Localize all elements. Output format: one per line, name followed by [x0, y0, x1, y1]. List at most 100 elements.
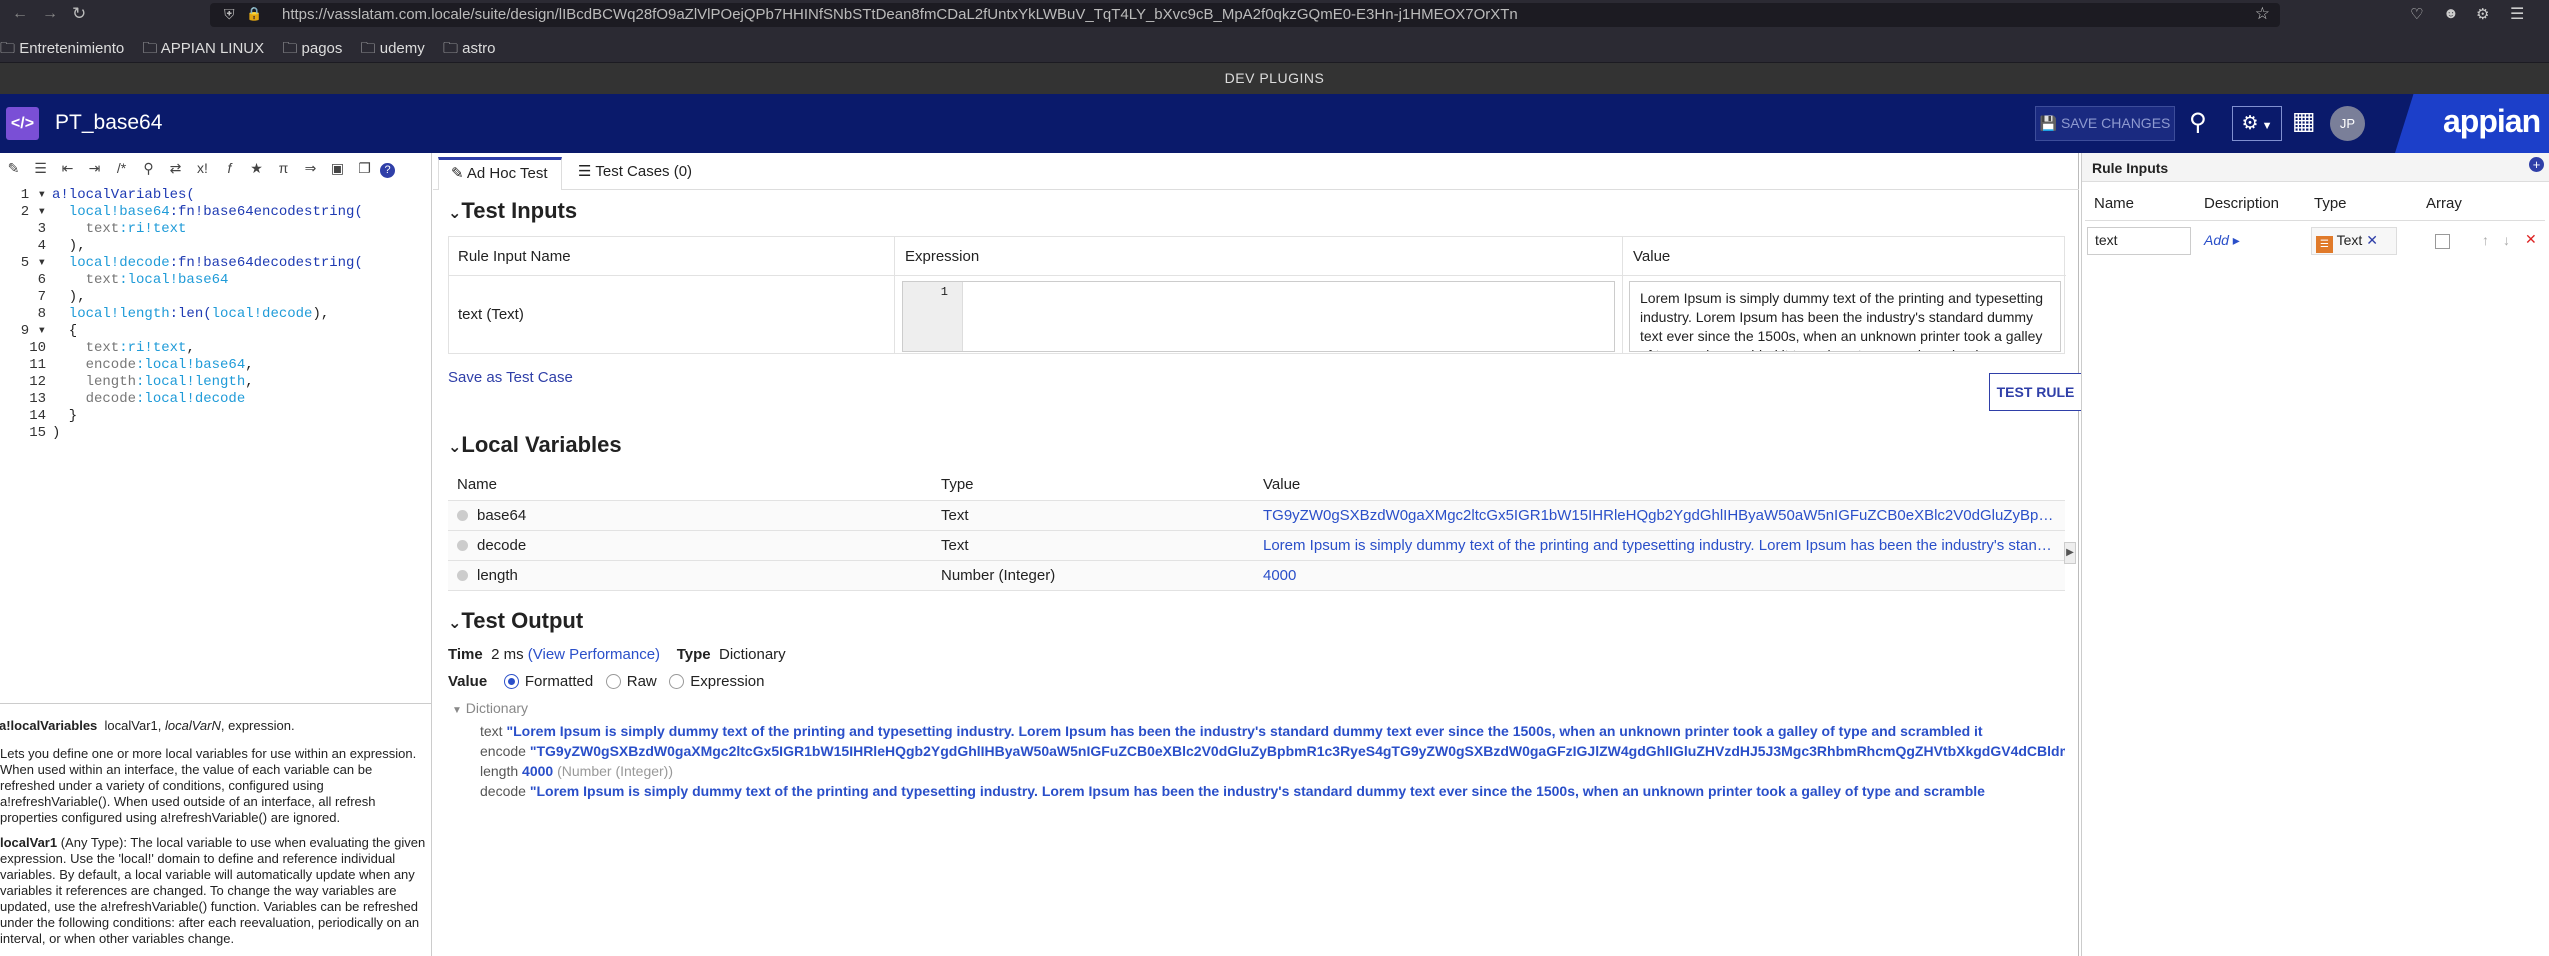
extensions-icon[interactable]: ⚙ — [2476, 5, 2489, 23]
code-token: local!decode — [52, 255, 170, 271]
code-token: ) — [52, 425, 61, 441]
apps-grid-icon[interactable]: ▦ — [2292, 106, 2316, 136]
radio-raw[interactable]: Raw — [605, 673, 657, 690]
code-token: :fn!base64decodestring( — [169, 255, 363, 271]
add-rule-input-icon[interactable]: + — [2529, 157, 2544, 172]
code-token: text — [52, 272, 120, 288]
code-line[interactable]: ), — [52, 289, 427, 306]
rule-input-name-field[interactable]: text — [2087, 227, 2191, 255]
save-changes-button[interactable]: 💾 SAVE CHANGES — [2035, 106, 2175, 141]
back-icon[interactable]: ← — [12, 5, 28, 23]
local-variables-header[interactable]: ⌄Local Variables — [448, 432, 2065, 458]
code-line[interactable]: length:local!length, — [52, 374, 427, 391]
table-row[interactable]: length Number (Integer) 4000 — [448, 560, 2065, 591]
code-token: , — [245, 357, 254, 373]
delete-input-icon[interactable]: ✕ — [2525, 231, 2537, 248]
code-line[interactable]: text:local!base64 — [52, 272, 427, 289]
account-icon[interactable]: ☻ — [2443, 5, 2459, 22]
insert-icon[interactable]: ⇒ — [297, 155, 324, 181]
table-header-row: Name Type Value — [448, 470, 2065, 501]
bookmark-star-icon[interactable]: ☆ — [2255, 4, 2270, 24]
output-encode-entry: encode "TG9yZW0gSXBzdW0gaXMgc2ltcGx5IGR1… — [480, 743, 2065, 759]
col-name: Name — [2094, 195, 2135, 212]
code-line[interactable]: text:ri!text, — [52, 340, 427, 357]
col-expression: Expression — [905, 248, 980, 265]
col-value: Value — [1633, 248, 1671, 265]
function-icon[interactable]: f — [216, 155, 243, 181]
value-text-area[interactable]: Lorem Ipsum is simply dummy text of the … — [1629, 281, 2061, 352]
bookmark-folder-entretenimiento[interactable]: 🗀 Entretenimiento — [0, 40, 124, 57]
radio-expression[interactable]: Expression — [669, 673, 764, 690]
help-icon[interactable]: ? — [380, 163, 395, 178]
type-chip[interactable]: ☰ Text ✕ — [2311, 227, 2397, 255]
radio-formatted[interactable]: Formatted — [503, 673, 593, 690]
code-line[interactable]: text:ri!text — [52, 221, 427, 238]
collapse-right-handle[interactable]: ▶ — [2064, 542, 2076, 564]
indent-icon[interactable]: ⇥ — [81, 155, 108, 181]
save-as-test-case-link[interactable]: Save as Test Case — [448, 369, 573, 386]
menu-icon[interactable]: ☰ — [2510, 4, 2524, 24]
rule-inputs-panel: Rule Inputs + Name Description Type Arra… — [2081, 153, 2549, 956]
avatar[interactable]: JP — [2330, 106, 2365, 141]
code-token: :ri!text — [119, 340, 187, 356]
bookmark-folder-appian-linux[interactable]: 🗀 APPIAN LINUX — [142, 40, 264, 57]
list-icon: ☰ — [578, 163, 592, 180]
dictionary-toggle[interactable]: ▼ Dictionary — [452, 698, 2065, 721]
code-line[interactable]: decode:local!decode — [52, 391, 427, 408]
clear-x-icon[interactable]: x! — [189, 155, 216, 181]
bookmark-folder-astro[interactable]: 🗀 astro — [443, 40, 496, 57]
chevron-down-icon: ⌄ — [448, 205, 462, 222]
table-row[interactable]: base64 Text TG9yZW0gSXBzdW0gaXMgc2ltcGx5… — [448, 500, 2065, 531]
test-rule-button[interactable]: TEST RULE — [1989, 373, 2082, 411]
bookmark-folder-udemy[interactable]: 🗀 udemy — [361, 40, 425, 57]
output-length-entry: length 4000 (Number (Integer)) — [480, 763, 674, 779]
view-performance-link[interactable]: (View Performance) — [528, 646, 660, 663]
address-field[interactable]: ⛨ 🔒 https://vasslatam.com.locale/suite/d… — [210, 3, 2280, 27]
pocket-icon[interactable]: ♡ — [2410, 5, 2423, 23]
copy-icon[interactable]: ❐ — [351, 155, 378, 181]
code-line[interactable]: encode:local!base64, — [52, 357, 427, 374]
code-token: ), — [312, 306, 330, 322]
help-description: Lets you define one or more local variab… — [0, 746, 417, 825]
code-token: a!localVariables( — [52, 187, 195, 203]
comment-icon[interactable]: /* — [108, 155, 135, 181]
move-up-icon[interactable]: ↑ — [2482, 232, 2489, 248]
test-output-header[interactable]: ⌄Test Output — [448, 608, 2065, 634]
code-area[interactable]: a!localVariables( local!base64:fn!base64… — [52, 187, 427, 442]
move-down-icon[interactable]: ↓ — [2503, 232, 2510, 248]
reload-icon[interactable]: ↻ — [72, 4, 86, 24]
format-icon[interactable]: ✎ — [0, 155, 27, 181]
expression-editor-input[interactable]: 1 — [902, 281, 1615, 352]
code-line[interactable]: local!length:len(local!decode), — [52, 306, 427, 323]
array-checkbox[interactable] — [2435, 234, 2450, 249]
remove-type-icon[interactable]: ✕ — [2366, 232, 2378, 248]
code-token: :local!base64 — [136, 357, 246, 373]
expression-editor-panel: ✎ ☰ ⇤ ⇥/* ⚲ ⇄ x! f ★ π ⇒ ▣ ❐? 1 ▾ 2 ▾ 3 4 5 ▾ 6 7 8 9 ▾… — [0, 153, 432, 956]
test-inputs-header[interactable]: ⌄Test Inputs — [448, 198, 2064, 224]
code-token: ), — [52, 289, 86, 305]
outdent-icon[interactable]: ⇤ — [54, 155, 81, 181]
search-icon[interactable]: ⚲ — [2189, 108, 2207, 137]
code-line[interactable]: local!decode:fn!base64decodestring( — [52, 255, 427, 272]
code-token: text — [52, 340, 120, 356]
add-description-link[interactable]: Add ▸ — [2204, 232, 2240, 249]
tab-test-cases[interactable]: ☰ Test Cases (0) — [578, 157, 692, 190]
code-line[interactable]: ) — [52, 425, 427, 442]
shuffle-icon[interactable]: ⇄ — [162, 155, 189, 181]
list-icon[interactable]: ☰ — [27, 155, 54, 181]
find-icon[interactable]: ⚲ — [135, 155, 162, 181]
code-line[interactable]: { — [52, 323, 427, 340]
rule-icon[interactable]: ▣ — [324, 155, 351, 181]
table-row[interactable]: decode Text Lorem Ipsum is simply dummy … — [448, 530, 2065, 561]
code-line[interactable]: ), — [52, 238, 427, 255]
star-icon[interactable]: ★ — [243, 155, 270, 181]
pi-icon[interactable]: π — [270, 155, 297, 181]
bookmark-folder-pagos[interactable]: 🗀 pagos — [282, 40, 342, 57]
col-description: Description — [2204, 195, 2280, 212]
code-line[interactable]: a!localVariables( — [52, 187, 427, 204]
code-line[interactable]: local!base64:fn!base64encodestring( — [52, 204, 427, 221]
code-line[interactable]: } — [52, 408, 427, 425]
forward-icon[interactable]: → — [42, 5, 58, 23]
settings-menu-button[interactable]: ⚙ ▼ — [2232, 106, 2282, 141]
tab-ad-hoc-test[interactable]: ✎ Ad Hoc Test — [438, 157, 562, 190]
